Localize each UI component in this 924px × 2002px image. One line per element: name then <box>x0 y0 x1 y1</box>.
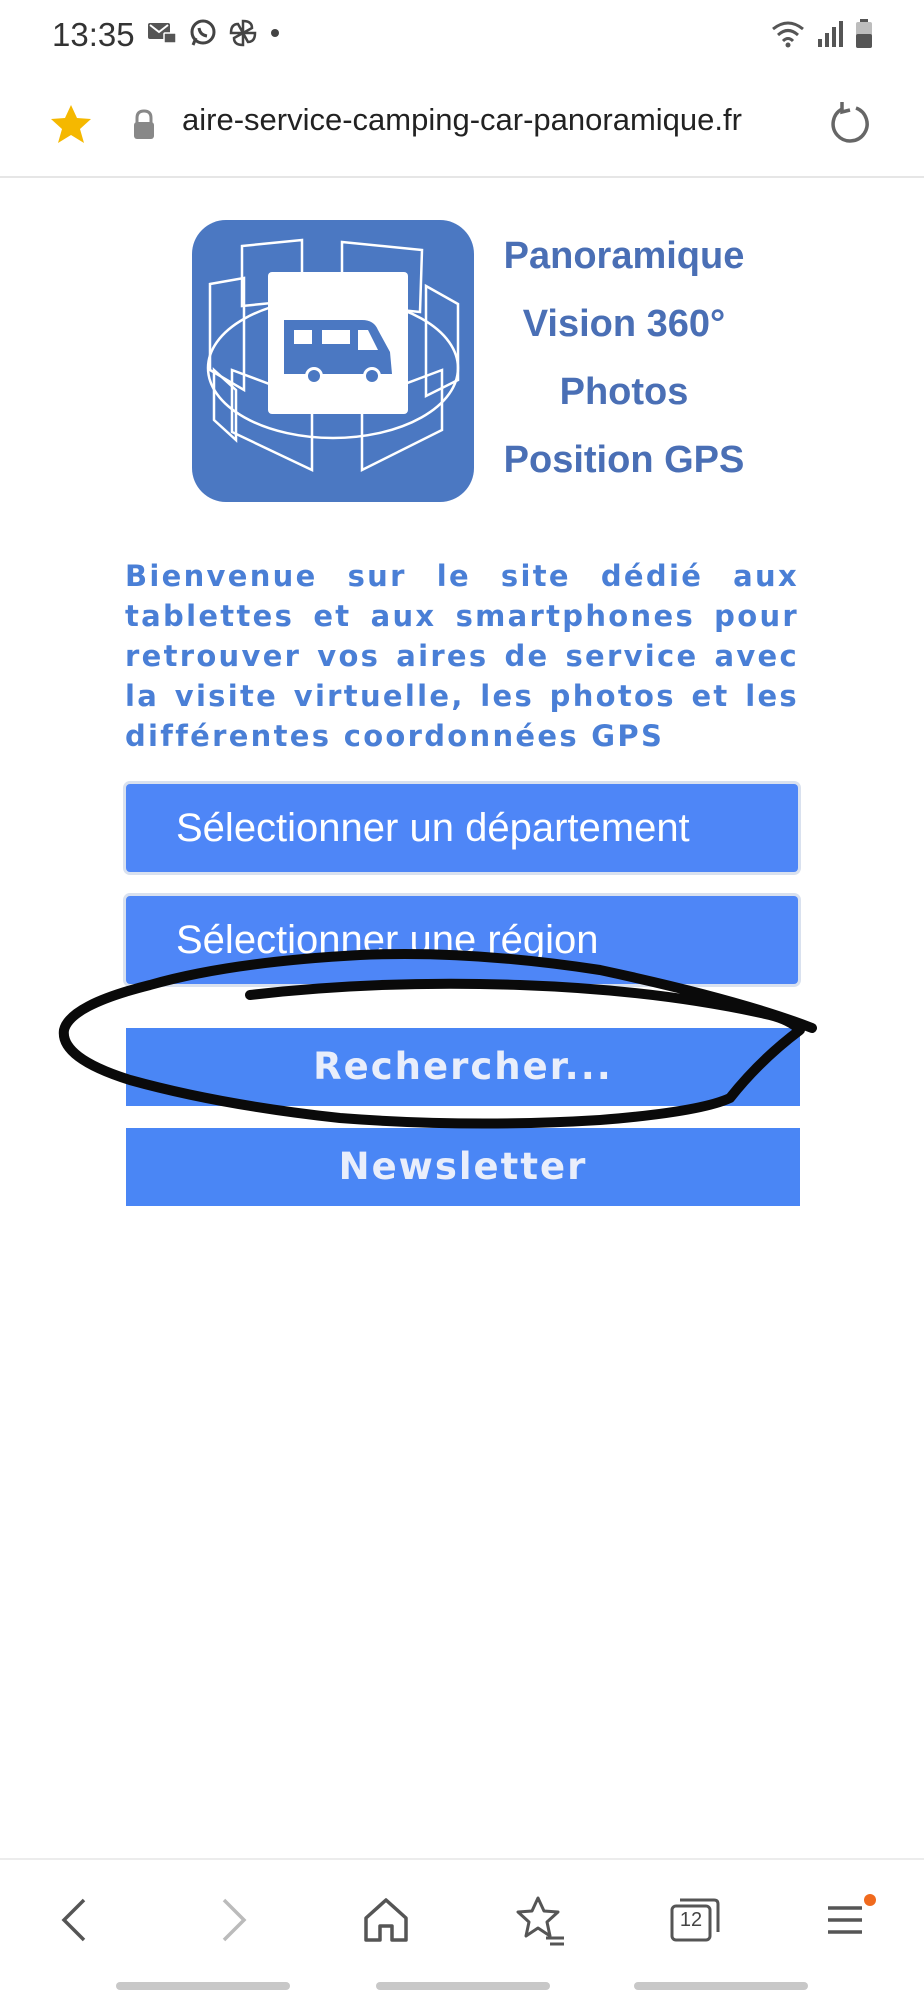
logo-line-panoramique: Panoramique <box>503 235 745 277</box>
pinwheel-icon <box>229 19 257 47</box>
signal-icon <box>818 21 843 47</box>
logo-line-gps: Position GPS <box>503 439 745 481</box>
tabs-button[interactable]: 12 <box>664 1890 724 1950</box>
department-select[interactable]: Sélectionner un département <box>126 784 798 872</box>
reload-icon[interactable] <box>826 100 874 148</box>
bookmark-star-icon[interactable] <box>48 102 94 148</box>
tab-count: 12 <box>679 1909 703 1931</box>
logo-line-photos: Photos <box>559 371 689 413</box>
whatsapp-icon <box>190 19 216 46</box>
welcome-text: Bienvenue sur le site dédié aux tablette… <box>125 559 799 753</box>
message-icon <box>148 23 177 44</box>
back-icon[interactable] <box>46 1890 106 1950</box>
url-text[interactable]: aire-service-camping-car-panoramique.fr <box>182 102 802 138</box>
lock-icon <box>134 109 154 139</box>
newsletter-button[interactable]: Newsletter <box>126 1128 800 1206</box>
camping-car-logo-icon <box>206 238 460 473</box>
dot-icon <box>271 29 279 37</box>
gesture-bar-center <box>376 1982 550 1990</box>
wifi-icon <box>772 21 804 48</box>
status-time: 13:35 <box>52 16 135 53</box>
status-bar: 13:35 <box>0 0 924 72</box>
logo-image <box>192 220 474 502</box>
status-icons-left <box>146 18 282 48</box>
region-select[interactable]: Sélectionner une région <box>126 896 798 984</box>
search-button[interactable]: Rechercher... <box>126 1028 800 1106</box>
battery-icon <box>856 19 872 48</box>
url-bar[interactable]: aire-service-camping-car-panoramique.fr <box>0 72 924 178</box>
bottom-navigation: 12 <box>0 1858 924 2002</box>
logo-text: Panoramique Vision 360° Photos Position … <box>494 222 754 494</box>
bookmarks-icon[interactable] <box>510 1890 570 1950</box>
logo-line-vision: Vision 360° <box>522 303 726 345</box>
gesture-bar-left <box>116 1982 290 1990</box>
forward-icon[interactable] <box>202 1890 262 1950</box>
gesture-bar-right <box>634 1982 808 1990</box>
home-icon[interactable] <box>356 1890 416 1950</box>
status-icons-right <box>770 18 874 50</box>
menu-icon[interactable] <box>818 1890 878 1950</box>
